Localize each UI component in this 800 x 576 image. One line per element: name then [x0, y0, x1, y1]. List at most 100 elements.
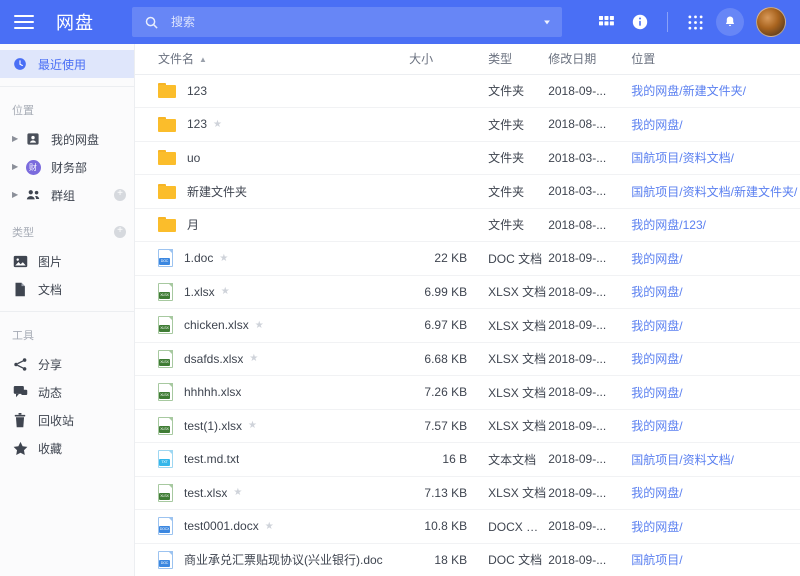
cell-name[interactable]: XLSXtest.xlsx★ [135, 476, 409, 510]
name-cell-wrapper: 123★ [158, 117, 409, 132]
cell-location[interactable]: 我的网盘/ [621, 108, 800, 142]
cell-name[interactable]: 月 [135, 208, 409, 242]
notification-bell-icon[interactable] [716, 8, 744, 36]
star-icon[interactable]: ★ [248, 420, 257, 431]
chevron-right-icon[interactable]: ▶ [12, 191, 21, 199]
location-link[interactable]: 国航项目/ [631, 553, 682, 567]
star-icon[interactable]: ★ [221, 286, 230, 297]
cell-location[interactable]: 我的网盘/ [621, 275, 800, 309]
search-input[interactable] [159, 15, 540, 29]
cell-location[interactable]: 我的网盘/ [621, 342, 800, 376]
sidebar-item-images[interactable]: 图片 [0, 247, 134, 275]
table-row[interactable]: uo文件夹2018-03-...国航项目/资料文档/ [135, 141, 800, 175]
cell-name[interactable]: DOC1.doc★ [135, 242, 409, 276]
cell-location[interactable]: 国航项目/资料文档/ [621, 141, 800, 175]
cell-name[interactable]: DOCXtest0001.docx★ [135, 510, 409, 544]
location-link[interactable]: 我的网盘/ [631, 386, 682, 400]
location-link[interactable]: 我的网盘/ [631, 319, 682, 333]
column-header-type[interactable]: 类型 [475, 44, 548, 74]
table-row[interactable]: XLSXdsafds.xlsx★6.68 KBXLSX 文档2018-09-..… [135, 342, 800, 376]
cell-location[interactable]: 我的网盘/新建文件夹/ [621, 74, 800, 108]
cell-location[interactable]: 我的网盘/ [621, 476, 800, 510]
add-type-button[interactable] [114, 226, 126, 238]
search-box[interactable] [132, 7, 562, 37]
table-row[interactable]: XLSXchicken.xlsx★6.97 KBXLSX 文档2018-09-.… [135, 309, 800, 343]
sidebar-item-my-drive[interactable]: ▶ 我的网盘 [0, 125, 134, 153]
cell-name[interactable]: 123★ [135, 108, 409, 142]
column-header-name[interactable]: 文件名▲ [135, 44, 409, 74]
cell-location[interactable]: 国航项目/资料文档/新建文件夹/ [621, 175, 800, 209]
cell-name[interactable]: 新建文件夹 [135, 175, 409, 209]
sidebar-item-finance-dept[interactable]: ▶ 财 财务部 [0, 153, 134, 181]
table-row[interactable]: XLSXtest(1).xlsx★7.57 KBXLSX 文档2018-09-.… [135, 409, 800, 443]
cell-location[interactable]: 国航项目/ [621, 543, 800, 576]
xlsx-file-icon: XLSX [158, 484, 173, 502]
cell-location[interactable]: 国航项目/资料文档/ [621, 443, 800, 477]
cell-name[interactable]: 123 [135, 74, 409, 108]
info-icon[interactable] [623, 5, 657, 39]
sidebar-item-trash[interactable]: 回收站 [0, 406, 134, 434]
cell-name[interactable]: DOC商业承兑汇票贴现协议(兴业银行).doc [135, 543, 409, 576]
column-header-location[interactable]: 位置 [621, 44, 800, 74]
grid-view-icon[interactable] [589, 5, 623, 39]
cell-date: 2018-09-... [548, 376, 621, 410]
star-icon[interactable]: ★ [219, 253, 228, 264]
table-row[interactable]: 新建文件夹文件夹2018-03-...国航项目/资料文档/新建文件夹/ [135, 175, 800, 209]
chevron-right-icon[interactable]: ▶ [12, 135, 21, 143]
location-link[interactable]: 我的网盘/ [631, 118, 682, 132]
star-icon[interactable]: ★ [255, 320, 264, 331]
location-link[interactable]: 我的网盘/ [631, 252, 682, 266]
apps-grid-icon[interactable] [678, 5, 712, 39]
table-row[interactable]: 123文件夹2018-09-...我的网盘/新建文件夹/ [135, 74, 800, 108]
location-link[interactable]: 我的网盘/ [631, 419, 682, 433]
table-row[interactable]: DOC1.doc★22 KBDOC 文档2018-09-...我的网盘/ [135, 242, 800, 276]
chevron-down-icon[interactable] [540, 15, 554, 29]
sidebar-item-documents[interactable]: 文档 [0, 275, 134, 303]
location-link[interactable]: 国航项目/资料文档/新建文件夹/ [631, 185, 797, 199]
cell-location[interactable]: 我的网盘/ [621, 309, 800, 343]
location-link[interactable]: 我的网盘/ [631, 285, 682, 299]
cell-location[interactable]: 我的网盘/ [621, 409, 800, 443]
user-avatar[interactable] [756, 7, 786, 37]
cell-name[interactable]: XLSX1.xlsx★ [135, 275, 409, 309]
cell-name[interactable]: XLSXhhhhh.xlsx [135, 376, 409, 410]
column-header-date[interactable]: 修改日期 [548, 44, 621, 74]
table-row[interactable]: XLSXtest.xlsx★7.13 KBXLSX 文档2018-09-...我… [135, 476, 800, 510]
sidebar-item-favorites[interactable]: 收藏 [0, 434, 134, 462]
cell-location[interactable]: 我的网盘/ [621, 510, 800, 544]
star-icon[interactable]: ★ [213, 119, 222, 130]
star-icon[interactable]: ★ [249, 353, 258, 364]
chevron-right-icon[interactable]: ▶ [12, 163, 21, 171]
cell-name[interactable]: XLSXtest(1).xlsx★ [135, 409, 409, 443]
table-row[interactable]: DOC商业承兑汇票贴现协议(兴业银行).doc18 KBDOC 文档2018-0… [135, 543, 800, 576]
table-row[interactable]: 月文件夹2018-08-...我的网盘/123/ [135, 208, 800, 242]
cell-location[interactable]: 我的网盘/123/ [621, 208, 800, 242]
table-row[interactable]: 123★文件夹2018-08-...我的网盘/ [135, 108, 800, 142]
add-group-button[interactable] [114, 189, 126, 201]
table-row[interactable]: DOCXtest0001.docx★10.8 KBDOCX 文档2018-09-… [135, 510, 800, 544]
cell-name[interactable]: XLSXchicken.xlsx★ [135, 309, 409, 343]
location-link[interactable]: 我的网盘/新建文件夹/ [631, 84, 746, 98]
sidebar-item-activity[interactable]: 动态 [0, 378, 134, 406]
hamburger-menu-icon[interactable] [14, 15, 34, 29]
location-link[interactable]: 国航项目/资料文档/ [631, 453, 734, 467]
table-row[interactable]: TXTtest.md.txt16 B文本文档2018-09-...国航项目/资料… [135, 443, 800, 477]
cell-location[interactable]: 我的网盘/ [621, 376, 800, 410]
sidebar-item-share[interactable]: 分享 [0, 350, 134, 378]
cell-name[interactable]: uo [135, 141, 409, 175]
cell-name[interactable]: TXTtest.md.txt [135, 443, 409, 477]
table-row[interactable]: XLSX1.xlsx★6.99 KBXLSX 文档2018-09-...我的网盘… [135, 275, 800, 309]
cell-location[interactable]: 我的网盘/ [621, 242, 800, 276]
column-header-size[interactable]: 大小 [409, 44, 475, 74]
star-icon[interactable]: ★ [265, 521, 274, 532]
star-icon[interactable]: ★ [233, 487, 242, 498]
sidebar-item-groups[interactable]: ▶ 群组 [0, 181, 134, 209]
location-link[interactable]: 我的网盘/ [631, 486, 682, 500]
cell-name[interactable]: XLSXdsafds.xlsx★ [135, 342, 409, 376]
location-link[interactable]: 我的网盘/ [631, 520, 682, 534]
location-link[interactable]: 我的网盘/123/ [631, 218, 706, 232]
table-row[interactable]: XLSXhhhhh.xlsx7.26 KBXLSX 文档2018-09-...我… [135, 376, 800, 410]
sidebar-item-recent[interactable]: 最近使用 [0, 50, 134, 78]
location-link[interactable]: 国航项目/资料文档/ [631, 151, 734, 165]
location-link[interactable]: 我的网盘/ [631, 352, 682, 366]
